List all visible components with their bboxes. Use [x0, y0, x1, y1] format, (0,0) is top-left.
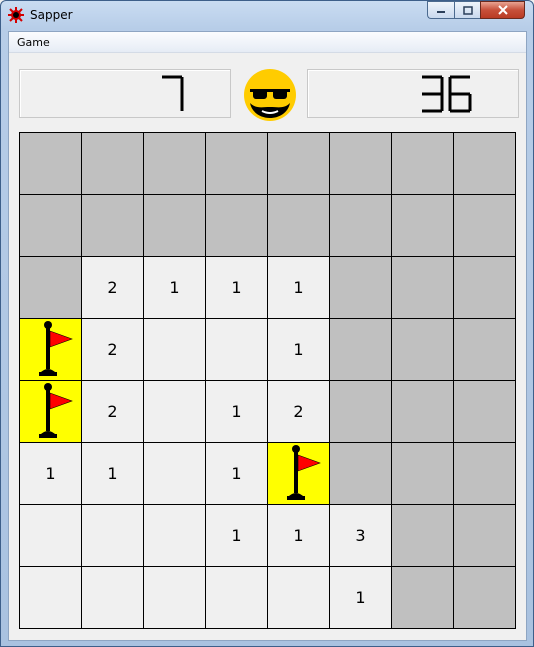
minimize-icon [437, 11, 445, 13]
hidden-cell[interactable] [454, 443, 516, 505]
empty-cell[interactable] [144, 443, 206, 505]
hidden-cell[interactable] [454, 257, 516, 319]
timer-counter [307, 69, 519, 118]
face-button[interactable] [242, 69, 298, 125]
hidden-cell[interactable] [82, 133, 144, 195]
hidden-cell[interactable] [330, 381, 392, 443]
number-cell[interactable]: 1 [268, 319, 330, 381]
hidden-cell[interactable] [392, 195, 454, 257]
number-cell[interactable]: 2 [82, 319, 144, 381]
empty-cell[interactable] [206, 567, 268, 629]
hidden-cell[interactable] [392, 319, 454, 381]
number-cell[interactable]: 2 [82, 257, 144, 319]
mine-counter-digits [162, 75, 184, 111]
hidden-cell[interactable] [330, 195, 392, 257]
number-cell[interactable]: 2 [82, 381, 144, 443]
window-title: Sapper [30, 8, 73, 22]
flag-icon [287, 445, 321, 500]
hidden-cell[interactable] [144, 195, 206, 257]
hidden-cell[interactable] [454, 133, 516, 195]
empty-cell[interactable] [144, 319, 206, 381]
number-cell[interactable]: 1 [206, 505, 268, 567]
empty-cell[interactable] [144, 505, 206, 567]
flag-icon [39, 321, 73, 376]
hidden-cell[interactable] [392, 443, 454, 505]
hidden-cell[interactable] [268, 195, 330, 257]
number-cell[interactable]: 1 [144, 257, 206, 319]
empty-cell[interactable] [206, 319, 268, 381]
flag-icon [39, 383, 73, 438]
minimize-button[interactable] [427, 1, 454, 19]
empty-cell[interactable] [144, 567, 206, 629]
flagged-cell[interactable] [20, 319, 82, 381]
number-cell[interactable]: 1 [206, 381, 268, 443]
digit-3 [422, 75, 444, 113]
hidden-cell[interactable] [206, 195, 268, 257]
empty-cell[interactable] [82, 505, 144, 567]
empty-cell[interactable] [82, 567, 144, 629]
empty-cell[interactable] [268, 567, 330, 629]
hidden-cell[interactable] [206, 133, 268, 195]
hidden-cell[interactable] [392, 257, 454, 319]
hidden-cell[interactable] [20, 195, 82, 257]
hidden-cell[interactable] [392, 133, 454, 195]
empty-cell[interactable] [20, 505, 82, 567]
hidden-cell[interactable] [330, 133, 392, 195]
digit-7 [162, 75, 184, 111]
window-controls [427, 1, 527, 21]
timer-digits [422, 75, 472, 113]
number-cell[interactable]: 1 [268, 505, 330, 567]
hidden-cell[interactable] [268, 133, 330, 195]
client-area: Game 2111212121111131 [8, 31, 527, 641]
number-cell[interactable]: 1 [82, 443, 144, 505]
hidden-cell[interactable] [392, 567, 454, 629]
hidden-cell[interactable] [392, 381, 454, 443]
hidden-cell[interactable] [454, 319, 516, 381]
hidden-cell[interactable] [82, 195, 144, 257]
number-cell[interactable]: 1 [206, 257, 268, 319]
flagged-cell[interactable] [268, 443, 330, 505]
hidden-cell[interactable] [454, 195, 516, 257]
hidden-cell[interactable] [454, 505, 516, 567]
title-bar[interactable]: Sapper [1, 1, 533, 31]
number-cell[interactable]: 1 [330, 567, 392, 629]
close-button[interactable] [480, 1, 525, 19]
hidden-cell[interactable] [144, 133, 206, 195]
hidden-cell[interactable] [20, 133, 82, 195]
hidden-cell[interactable] [454, 567, 516, 629]
minefield-grid: 2111212121111131 [19, 132, 516, 629]
number-cell[interactable]: 3 [330, 505, 392, 567]
number-cell[interactable]: 1 [206, 443, 268, 505]
hidden-cell[interactable] [330, 319, 392, 381]
number-cell[interactable]: 1 [268, 257, 330, 319]
close-icon [497, 5, 508, 15]
empty-cell[interactable] [144, 381, 206, 443]
empty-cell[interactable] [20, 567, 82, 629]
flagged-cell[interactable] [20, 381, 82, 443]
hidden-cell[interactable] [330, 257, 392, 319]
menu-game[interactable]: Game [17, 36, 50, 49]
hidden-cell[interactable] [392, 505, 454, 567]
number-cell[interactable]: 1 [20, 443, 82, 505]
mine-counter [19, 69, 231, 118]
number-cell[interactable]: 2 [268, 381, 330, 443]
maximize-button[interactable] [454, 1, 480, 19]
digit-6 [448, 75, 472, 113]
app-window: Sapper Game 2 1 1 1 2 1 2 1 2 1 1 1 1 1 … [0, 0, 534, 647]
menu-bar: Game [9, 32, 526, 53]
hidden-cell[interactable] [454, 381, 516, 443]
mine-app-icon [8, 7, 24, 23]
hidden-cell[interactable] [20, 257, 82, 319]
hidden-cell[interactable] [330, 443, 392, 505]
restore-icon [462, 5, 473, 15]
